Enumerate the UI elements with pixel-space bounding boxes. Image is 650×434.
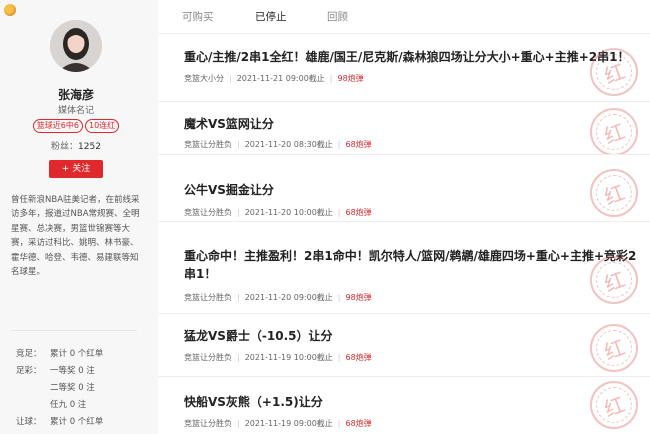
item-price: 68炮弹 — [345, 419, 372, 428]
item-price: 98炮弹 — [337, 74, 364, 83]
item-category: 竞篮让分胜负 — [184, 140, 232, 149]
expert-sidebar: 张海彦 媒体名记 篮球近6中6 10连红 粉丝：1252 + 关注 曾任新浪NB… — [0, 0, 158, 434]
red-win-stamp-icon: 红 — [590, 169, 638, 217]
plan-list-panel: 可购买 已停止 回顾 重心/主推/2串1全红！雄鹿/国王/尼克斯/森林狼四场让分… — [158, 0, 650, 434]
item-deadline: 2021-11-21 09:00截止 — [236, 74, 325, 83]
fans-count: 粉丝：1252 — [0, 139, 152, 152]
stat-label: 竞足： — [16, 349, 42, 359]
item-deadline: 2021-11-20 10:00截止 — [244, 208, 333, 217]
stat-row: 竞足： 累计 0 个红单 — [16, 346, 146, 363]
stat-value: 累计 0 个红单 — [50, 349, 104, 359]
item-meta: 竞篮让分胜负 | 2021-11-19 09:00截止 | 68炮弹 — [184, 419, 372, 428]
brand-logo-icon — [4, 4, 16, 16]
stat-row: 二等奖 0 注 — [16, 380, 146, 397]
item-price: 98炮弹 — [345, 293, 372, 302]
list-item[interactable]: 魔术VS篮网让分 竞篮让分胜负 | 2021-11-20 08:30截止 | 68炮弹 … — [158, 102, 650, 155]
item-category: 竞篮大小分 — [184, 74, 224, 83]
list-item[interactable]: 猛龙VS爵士（-10.5）让分 竞篮让分胜负 | 2021-11-19 10:00截… — [158, 314, 650, 377]
stats-list: 竞足： 累计 0 个红单 足彩： 一等奖 0 注 二等奖 0 注 任九 0 注 让球… — [16, 346, 146, 431]
stat-row: 让球： 累计 0 个红单 — [16, 414, 146, 431]
expert-name: 张海彦 — [57, 88, 94, 102]
item-deadline: 2021-11-20 09:00截止 — [244, 293, 333, 302]
item-deadline: 2021-11-19 09:00截止 — [244, 419, 333, 428]
item-meta: 竞篮让分胜负 | 2021-11-19 10:00截止 | 68炮弹 — [184, 353, 372, 362]
item-category: 竞篮让分胜负 — [184, 419, 232, 428]
list-item[interactable]: 重心/主推/2串1全红！雄鹿/国王/尼克斯/森林狼四场让分大小+重心+主推+2串… — [158, 34, 650, 102]
divider — [11, 330, 137, 331]
red-win-stamp-icon: 红 — [590, 324, 638, 372]
item-title[interactable]: 重心命中！主推盈利！2串1命中！凯尔特人/篮网/鹈鹕/雄鹿四场+重心+主推+竞彩… — [184, 247, 639, 283]
item-category: 竞篮让分胜负 — [184, 208, 232, 217]
list-item[interactable]: 重心命中！主推盈利！2串1命中！凯尔特人/篮网/鹈鹕/雄鹿四场+重心+主推+竞彩… — [158, 222, 650, 314]
item-deadline: 2021-11-20 08:30截止 — [244, 140, 333, 149]
fans-number: 1252 — [78, 142, 101, 152]
tab-available[interactable]: 可购买 — [182, 9, 214, 24]
item-meta: 竞篮让分胜负 | 2021-11-20 10:00截止 | 68炮弹 — [184, 208, 372, 217]
item-category: 竞篮让分胜负 — [184, 293, 232, 302]
item-title[interactable]: 公牛VS掘金让分 — [184, 181, 639, 199]
red-win-stamp-icon: 红 — [590, 48, 638, 96]
item-deadline: 2021-11-19 10:00截止 — [244, 353, 333, 362]
expert-bio: 曾任新浪NBA驻美记者，在前线采访多年，报道过NBA常规赛、全明星赛、总决赛，男… — [11, 195, 140, 278]
record-badge: 篮球近6中6 — [32, 119, 83, 133]
item-title[interactable]: 魔术VS篮网让分 — [184, 115, 639, 133]
item-price: 68炮弹 — [345, 208, 372, 217]
item-price: 68炮弹 — [345, 140, 372, 149]
item-category: 竞篮让分胜负 — [184, 353, 232, 362]
stat-value: 一等奖 0 注 — [50, 366, 95, 376]
red-win-stamp-icon: 红 — [590, 108, 638, 154]
stat-row: 任九 0 注 — [16, 397, 146, 414]
list-item[interactable]: 公牛VS掘金让分 竞篮让分胜负 | 2021-11-20 10:00截止 | 68炮弹 … — [158, 155, 650, 222]
stat-label: 让球： — [16, 417, 42, 427]
stat-value: 二等奖 0 注 — [50, 383, 95, 393]
item-title[interactable]: 重心/主推/2串1全红！雄鹿/国王/尼克斯/森林狼四场让分大小+重心+主推+2串… — [184, 48, 639, 66]
stat-row: 足彩： 一等奖 0 注 — [16, 363, 146, 380]
red-win-stamp-icon: 红 — [590, 256, 638, 304]
tab-review[interactable]: 回顾 — [327, 9, 348, 24]
item-meta: 竞篮让分胜负 | 2021-11-20 09:00截止 | 98炮弹 — [184, 293, 372, 302]
tab-stopped[interactable]: 已停止 — [255, 9, 287, 24]
stat-label: 足彩： — [16, 366, 42, 376]
expert-title: 媒体名记 — [57, 106, 94, 116]
fans-label: 粉丝： — [51, 142, 79, 152]
red-win-stamp-icon: 红 — [590, 381, 638, 429]
item-title[interactable]: 快船VS灰熊（+1.5)让分 — [184, 393, 639, 411]
status-tabs: 可购买 已停止 回顾 — [158, 0, 650, 34]
item-meta: 竞篮大小分 | 2021-11-21 09:00截止 | 98炮弹 — [184, 74, 364, 83]
item-meta: 竞篮让分胜负 | 2021-11-20 08:30截止 | 68炮弹 — [184, 140, 372, 149]
avatar[interactable] — [50, 20, 102, 72]
list-item[interactable]: 快船VS灰熊（+1.5)让分 竞篮让分胜负 | 2021-11-19 09:00截止… — [158, 377, 650, 434]
item-price: 68炮弹 — [345, 353, 372, 362]
stat-value: 累计 0 个红单 — [50, 417, 104, 427]
streak-badge: 10连红 — [85, 119, 120, 133]
follow-button[interactable]: + 关注 — [49, 160, 103, 178]
expert-badges: 篮球近6中6 10连红 — [0, 119, 152, 133]
stat-value: 任九 0 注 — [50, 400, 87, 410]
item-title[interactable]: 猛龙VS爵士（-10.5）让分 — [184, 327, 639, 345]
